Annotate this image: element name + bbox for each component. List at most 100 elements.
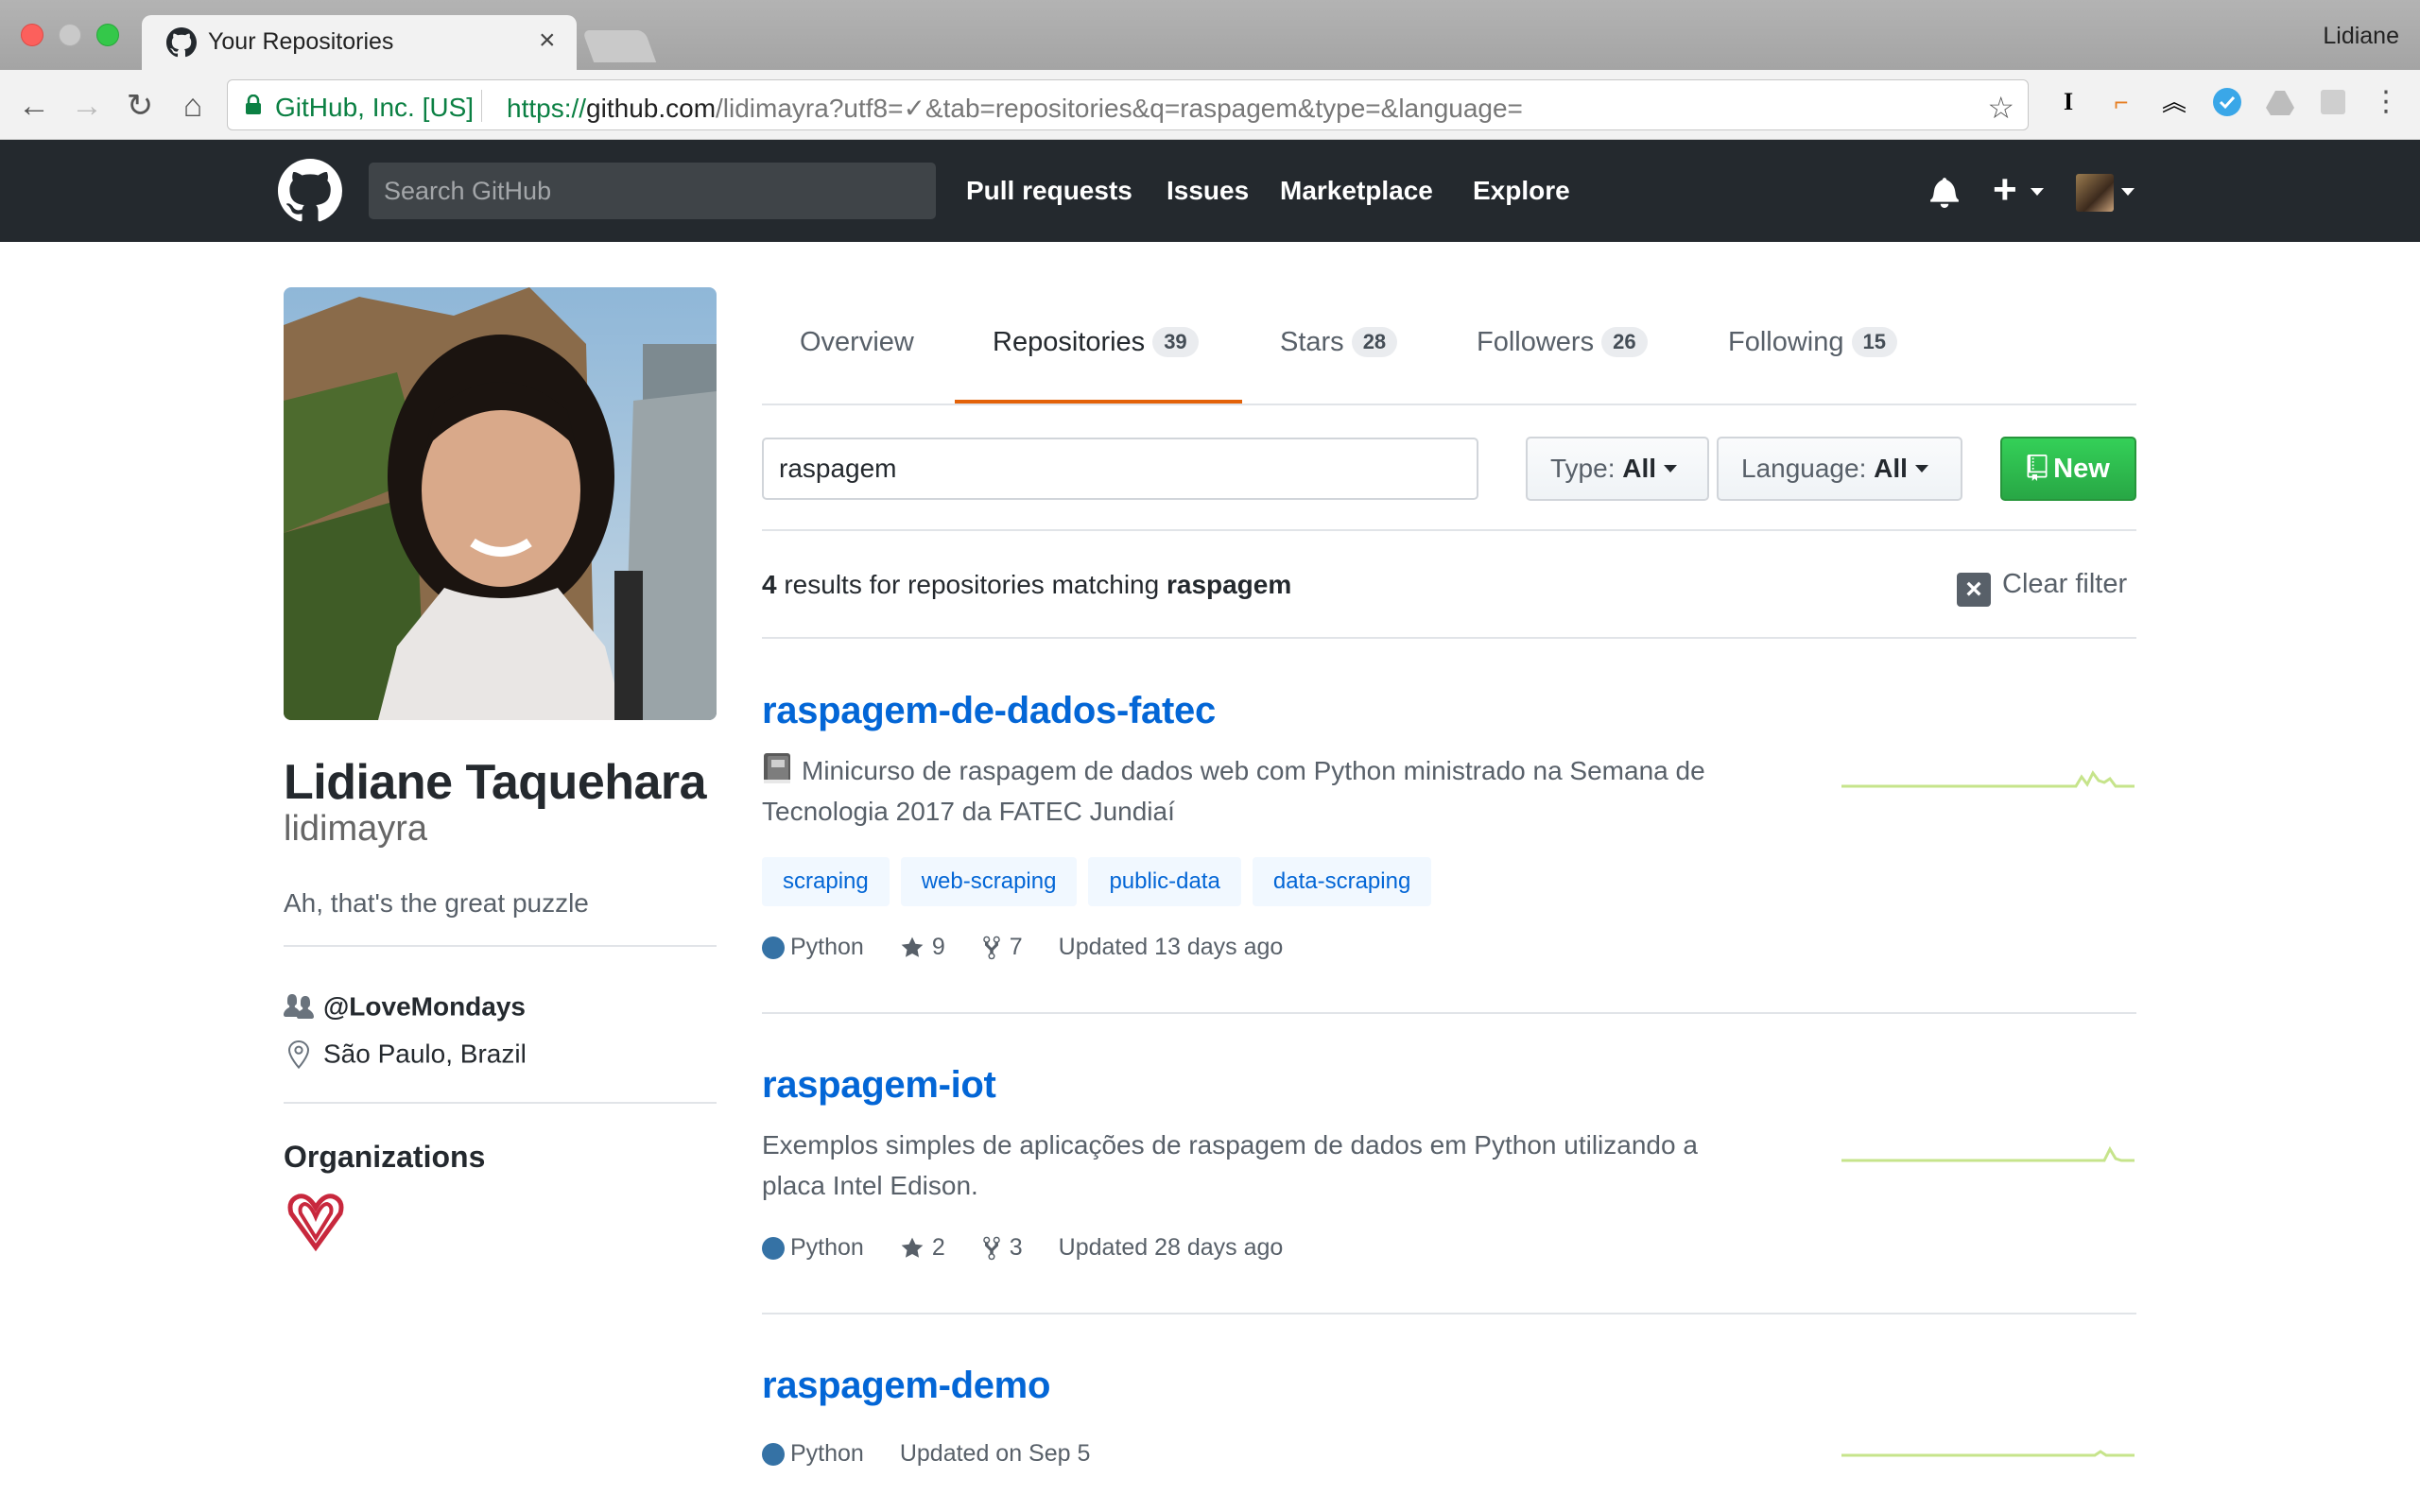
star-icon [901, 1237, 924, 1258]
url-path: /lidimayra?utf8=✓&tab=repositories&q=ras… [716, 94, 1523, 123]
repo-forks-link[interactable]: 7 [981, 934, 1023, 961]
topic-tag[interactable]: data-scraping [1252, 857, 1432, 906]
repo-forks-count: 3 [1009, 1234, 1023, 1261]
nav-explore[interactable]: Explore [1473, 176, 1570, 206]
python-language-dot [762, 936, 785, 959]
topic-tag[interactable]: web-scraping [900, 857, 1078, 906]
python-language-dot [762, 1236, 785, 1260]
repo-stars-link[interactable]: 2 [900, 1234, 945, 1262]
create-dropdown-caret-icon[interactable] [2031, 188, 2044, 196]
repo-stars-count: 2 [931, 1234, 945, 1261]
nav-marketplace[interactable]: Marketplace [1280, 176, 1433, 206]
repo-forks-link[interactable]: 3 [981, 1234, 1023, 1262]
fork-icon [983, 1236, 1000, 1260]
repo-book-icon [2027, 455, 2048, 481]
browser-profile-name[interactable]: Lidiane [2323, 23, 2399, 50]
browser-tab-strip: Your Repositories × Lidiane [0, 0, 2420, 70]
url-scheme: https:// [507, 94, 587, 123]
tab-overview[interactable]: Overview [800, 327, 914, 358]
python-language-dot [762, 1442, 785, 1466]
instapaper-extension-icon[interactable]: I [2053, 87, 2083, 117]
github-logo-icon[interactable] [278, 159, 342, 223]
window-close-button[interactable] [21, 24, 43, 46]
filter-divider [762, 529, 2136, 531]
organizations-heading: Organizations [284, 1140, 486, 1174]
tabs-border [762, 404, 2136, 405]
sidebar-divider [284, 945, 717, 947]
clear-filter-label: Clear filter [2002, 569, 2128, 599]
reload-icon[interactable]: ↻ [121, 87, 159, 125]
tab-following-label: Following [1728, 327, 1844, 357]
user-avatar-menu[interactable] [2076, 174, 2114, 212]
activity-sparkline [1841, 1145, 2135, 1162]
tab-title: Your Repositories [208, 28, 394, 55]
tab-repositories-label: Repositories [993, 327, 1146, 357]
window-zoom-button[interactable] [96, 24, 119, 46]
forward-arrow-icon[interactable]: → [68, 87, 106, 125]
reader-extension-icon[interactable] [2318, 87, 2348, 117]
results-text: results for repositories matching [784, 570, 1160, 599]
user-dropdown-caret-icon[interactable] [2121, 188, 2135, 196]
tab-stars[interactable]: Stars 28 [1280, 327, 1398, 358]
new-repository-button[interactable]: New [2000, 437, 2136, 501]
repo-language: Python [762, 1234, 864, 1262]
profile-location: São Paulo, Brazil [284, 1038, 527, 1070]
address-bar[interactable]: GitHub, Inc. [US] https://github.com/lid… [227, 79, 2029, 130]
notifications-bell-icon[interactable] [1930, 176, 1959, 208]
topic-tag[interactable]: public-data [1088, 857, 1241, 906]
language-filter-label: Language: [1741, 454, 1867, 483]
repo-name-link[interactable]: raspagem-demo [762, 1365, 1050, 1407]
profile-full-name: Lidiane Taquehara [284, 755, 707, 810]
repo-stars-link[interactable]: 9 [900, 934, 945, 961]
drive-extension-icon[interactable] [2265, 87, 2295, 117]
followers-counter: 26 [1601, 327, 1648, 357]
language-filter-dropdown[interactable]: Language: All [1717, 437, 1962, 501]
wave-extension-icon[interactable]: ︽ [2159, 87, 2189, 117]
repo-description: Exemplos simples de aplicações de raspag… [762, 1125, 1745, 1206]
bookmark-extension-icon[interactable]: ⌐ [2106, 87, 2136, 117]
type-caret-icon [1664, 465, 1678, 472]
repo-divider [762, 1012, 2136, 1014]
profile-company: @LoveMondays [284, 990, 526, 1022]
github-favicon-icon [166, 27, 197, 58]
profile-bio: Ah, that's the great puzzle [284, 888, 589, 918]
window-minimize-button[interactable] [59, 24, 81, 46]
type-filter-dropdown[interactable]: Type: All [1526, 437, 1709, 501]
nav-issues[interactable]: Issues [1167, 176, 1249, 206]
topic-tag[interactable]: scraping [762, 857, 890, 906]
repo-name-link[interactable]: raspagem-de-dados-fatec [762, 690, 1216, 732]
find-repository-input[interactable] [762, 438, 1478, 500]
browser-menu-icon[interactable]: ⋮ [2371, 87, 2401, 117]
checkmark-extension-icon[interactable] [2212, 87, 2242, 117]
omnibox-separator [481, 90, 482, 122]
create-new-plus-icon[interactable]: + [1993, 166, 2017, 214]
tab-following[interactable]: Following 15 [1728, 327, 1897, 358]
bookmark-star-icon[interactable]: ☆ [1987, 90, 2014, 126]
home-icon[interactable]: ⌂ [174, 87, 212, 125]
nav-pull-requests[interactable]: Pull requests [966, 176, 1132, 206]
repo-language-text: Python [790, 934, 864, 960]
lovemondays-org-logo-icon[interactable] [284, 1189, 348, 1253]
new-tab-button[interactable] [581, 30, 657, 62]
repo-name-link[interactable]: raspagem-iot [762, 1064, 996, 1107]
type-filter-value: All [1622, 454, 1657, 483]
clear-filter-button[interactable]: × Clear filter [1957, 569, 2127, 607]
profile-avatar[interactable] [284, 287, 717, 720]
repo-language-text: Python [790, 1440, 864, 1467]
repo-language: Python [762, 934, 864, 961]
activity-sparkline [1841, 1450, 2135, 1457]
back-arrow-icon[interactable]: ← [15, 87, 53, 125]
browser-tab-active[interactable]: Your Repositories × [142, 15, 577, 70]
tab-close-icon[interactable]: × [539, 25, 556, 57]
github-search-input[interactable] [369, 163, 936, 219]
repo-language-text: Python [790, 1234, 864, 1261]
company-text[interactable]: @LoveMondays [323, 992, 526, 1022]
repo-stars-count: 9 [931, 934, 945, 960]
tab-followers-label: Followers [1477, 327, 1595, 357]
tab-followers[interactable]: Followers 26 [1477, 327, 1648, 358]
tab-repositories[interactable]: Repositories 39 [993, 327, 1199, 358]
repo-meta: Python 2 3 Updated 28 days ago [762, 1234, 1319, 1262]
profile-username: lidimayra [284, 809, 428, 849]
repo-divider [762, 1313, 2136, 1314]
location-text: São Paulo, Brazil [323, 1039, 527, 1069]
